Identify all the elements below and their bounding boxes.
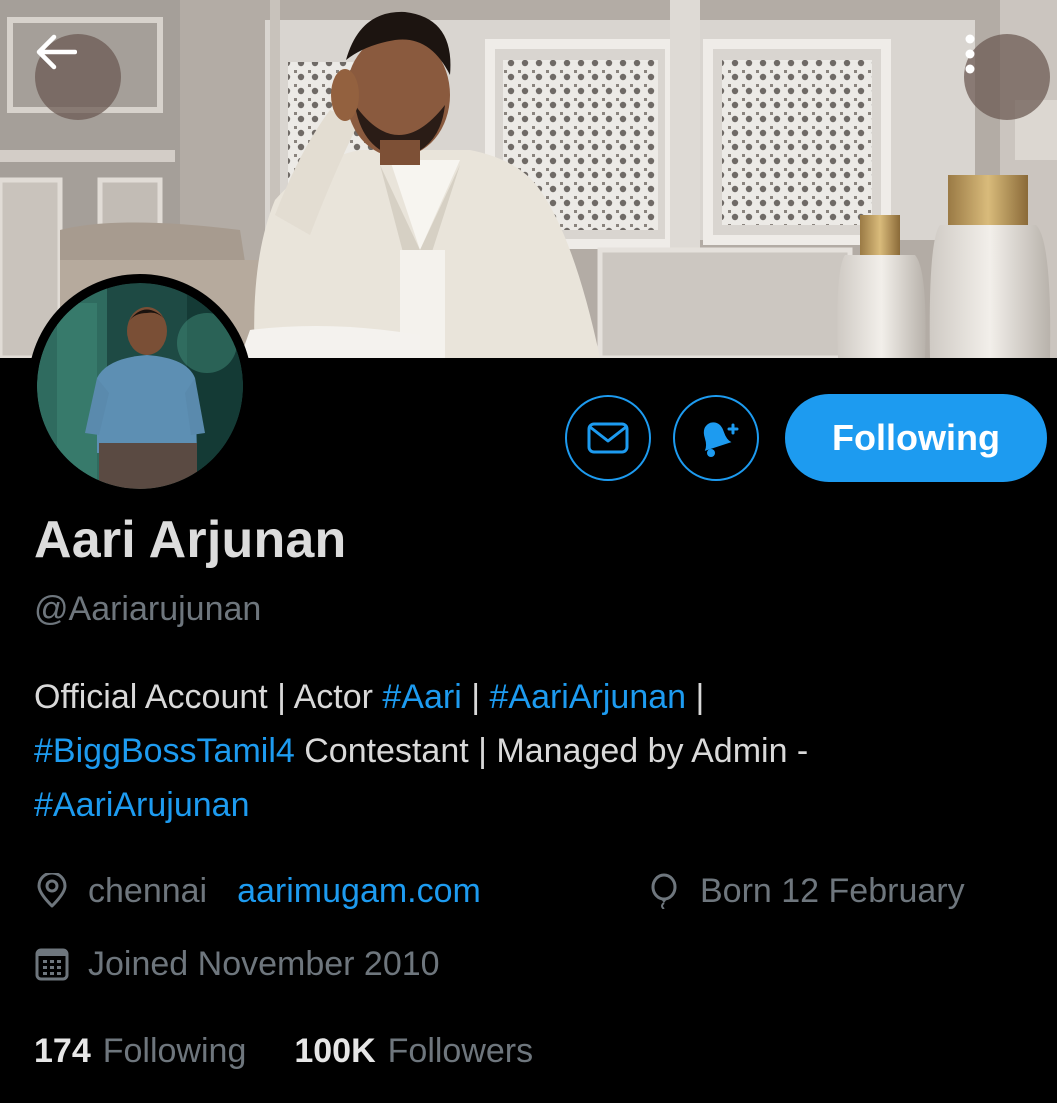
avatar-photo	[37, 283, 243, 489]
display-name: Aari Arjunan	[34, 511, 347, 569]
following-stat[interactable]: 174 Following	[34, 1032, 246, 1071]
following-button[interactable]: Following	[785, 394, 1047, 482]
bio-text: Contestant | Managed by Admin -	[294, 732, 809, 770]
hashtag-link[interactable]: #AariArujunan	[34, 786, 249, 824]
website-link[interactable]: aarimugam.com	[237, 872, 481, 911]
following-label: Following	[102, 1031, 247, 1070]
bio-line: #BiggBossTamil4 Contestant | Managed by …	[34, 724, 1034, 778]
arrow-left-icon	[36, 34, 77, 70]
more-options-button[interactable]	[964, 34, 1050, 120]
avatar[interactable]	[28, 274, 252, 498]
hashtag-link[interactable]: #BiggBossTamil4	[34, 732, 295, 770]
profile-meta-row: Joined November 2010	[34, 939, 440, 989]
envelope-icon	[587, 422, 629, 454]
profile-meta-row: chennai aarimugam.com Born 12 February	[34, 866, 1034, 916]
birthday-text: Born 12 February	[700, 871, 965, 910]
profile-bio: Official Account | Actor #Aari | #AariAr…	[34, 670, 1034, 832]
bio-line: Official Account | Actor #Aari | #AariAr…	[34, 670, 1034, 724]
location-pin-icon	[37, 873, 67, 908]
message-button[interactable]	[565, 395, 651, 481]
bio-text: |	[686, 678, 705, 716]
bell-plus-icon	[703, 422, 739, 457]
location-text: chennai	[88, 871, 208, 910]
notifications-button[interactable]	[673, 395, 759, 481]
birthday: Born 12 February	[646, 872, 965, 911]
followers-label: Followers	[387, 1031, 534, 1070]
bio-text: |	[461, 678, 490, 716]
calendar-icon	[35, 948, 69, 981]
profile-screen: Following Aari Arjunan @Aariarujunan Off…	[0, 0, 1057, 1103]
bio-line: #AariArujunan	[34, 778, 1034, 832]
bio-text: Official Account | Actor	[34, 678, 383, 716]
balloon-icon	[651, 873, 677, 909]
vertical-ellipsis-icon	[965, 34, 975, 74]
profile-stats: 174 Following 100K Followers	[34, 1026, 533, 1076]
followers-count: 100K	[294, 1031, 376, 1070]
back-button[interactable]	[35, 34, 121, 120]
hashtag-link[interactable]: #AariArjunan	[489, 678, 686, 716]
user-handle: @Aariarujunan	[34, 590, 262, 628]
hashtag-link[interactable]: #Aari	[382, 678, 461, 716]
following-count: 174	[34, 1031, 91, 1070]
followers-stat[interactable]: 100K Followers	[294, 1032, 533, 1071]
joined-date: Joined November 2010	[88, 944, 440, 983]
